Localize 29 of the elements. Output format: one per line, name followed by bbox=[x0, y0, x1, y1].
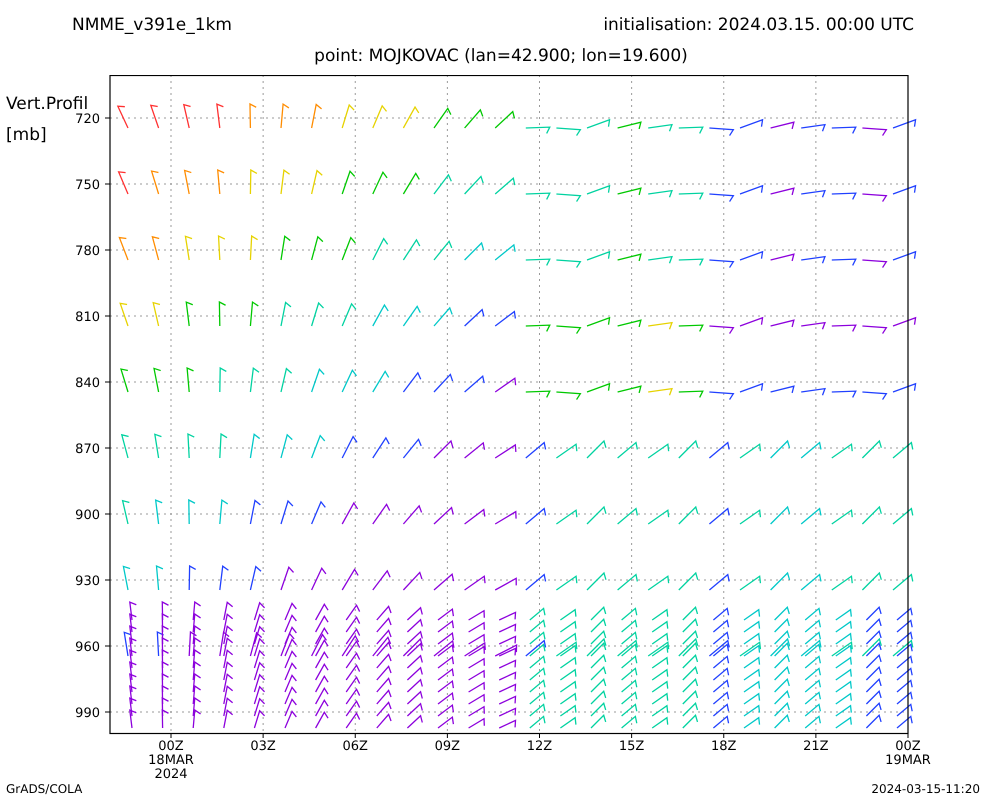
date-label: 2024 bbox=[154, 767, 188, 780]
y-axis-label: Vert.Profil bbox=[6, 94, 88, 114]
date-label: 19MAR bbox=[885, 753, 931, 768]
y-tick-label: 990 bbox=[75, 706, 100, 721]
x-tick-label: 12Z bbox=[526, 739, 552, 754]
footer-credit: GrADS/COLA bbox=[6, 781, 82, 798]
chart-title: point: MOJKOVAC (lan=42.900; lon=19.600) bbox=[314, 44, 688, 68]
y-tick-label: 960 bbox=[75, 640, 100, 655]
x-tick-label: 06Z bbox=[342, 739, 368, 754]
x-tick-label: 00Z bbox=[158, 739, 184, 754]
footer-timestamp: 2024-03-15-11:20 bbox=[871, 781, 980, 798]
initialisation-time: initialisation: 2024.03.15. 00:00 UTC bbox=[603, 14, 914, 36]
x-tick-label: 00Z bbox=[895, 739, 921, 754]
y-axis-label: [mb] bbox=[6, 125, 47, 145]
x-tick-label: 03Z bbox=[250, 739, 276, 754]
x-tick-label: 09Z bbox=[434, 739, 460, 754]
x-tick-label: 18Z bbox=[711, 739, 736, 754]
y-tick-label: 930 bbox=[75, 574, 100, 589]
y-tick-label: 900 bbox=[75, 508, 100, 523]
x-tick-label: 21Z bbox=[803, 739, 829, 754]
model-name: NMME_v391e_1km bbox=[72, 14, 232, 36]
date-label: 18MAR bbox=[148, 753, 194, 768]
y-tick-label: 780 bbox=[75, 244, 100, 259]
y-tick-label: 720 bbox=[75, 112, 100, 127]
x-tick-label: 15Z bbox=[618, 739, 644, 754]
y-tick-label: 750 bbox=[75, 178, 100, 193]
y-tick-label: 840 bbox=[75, 376, 100, 391]
y-tick-label: 810 bbox=[75, 310, 100, 325]
y-tick-label: 870 bbox=[75, 442, 100, 457]
